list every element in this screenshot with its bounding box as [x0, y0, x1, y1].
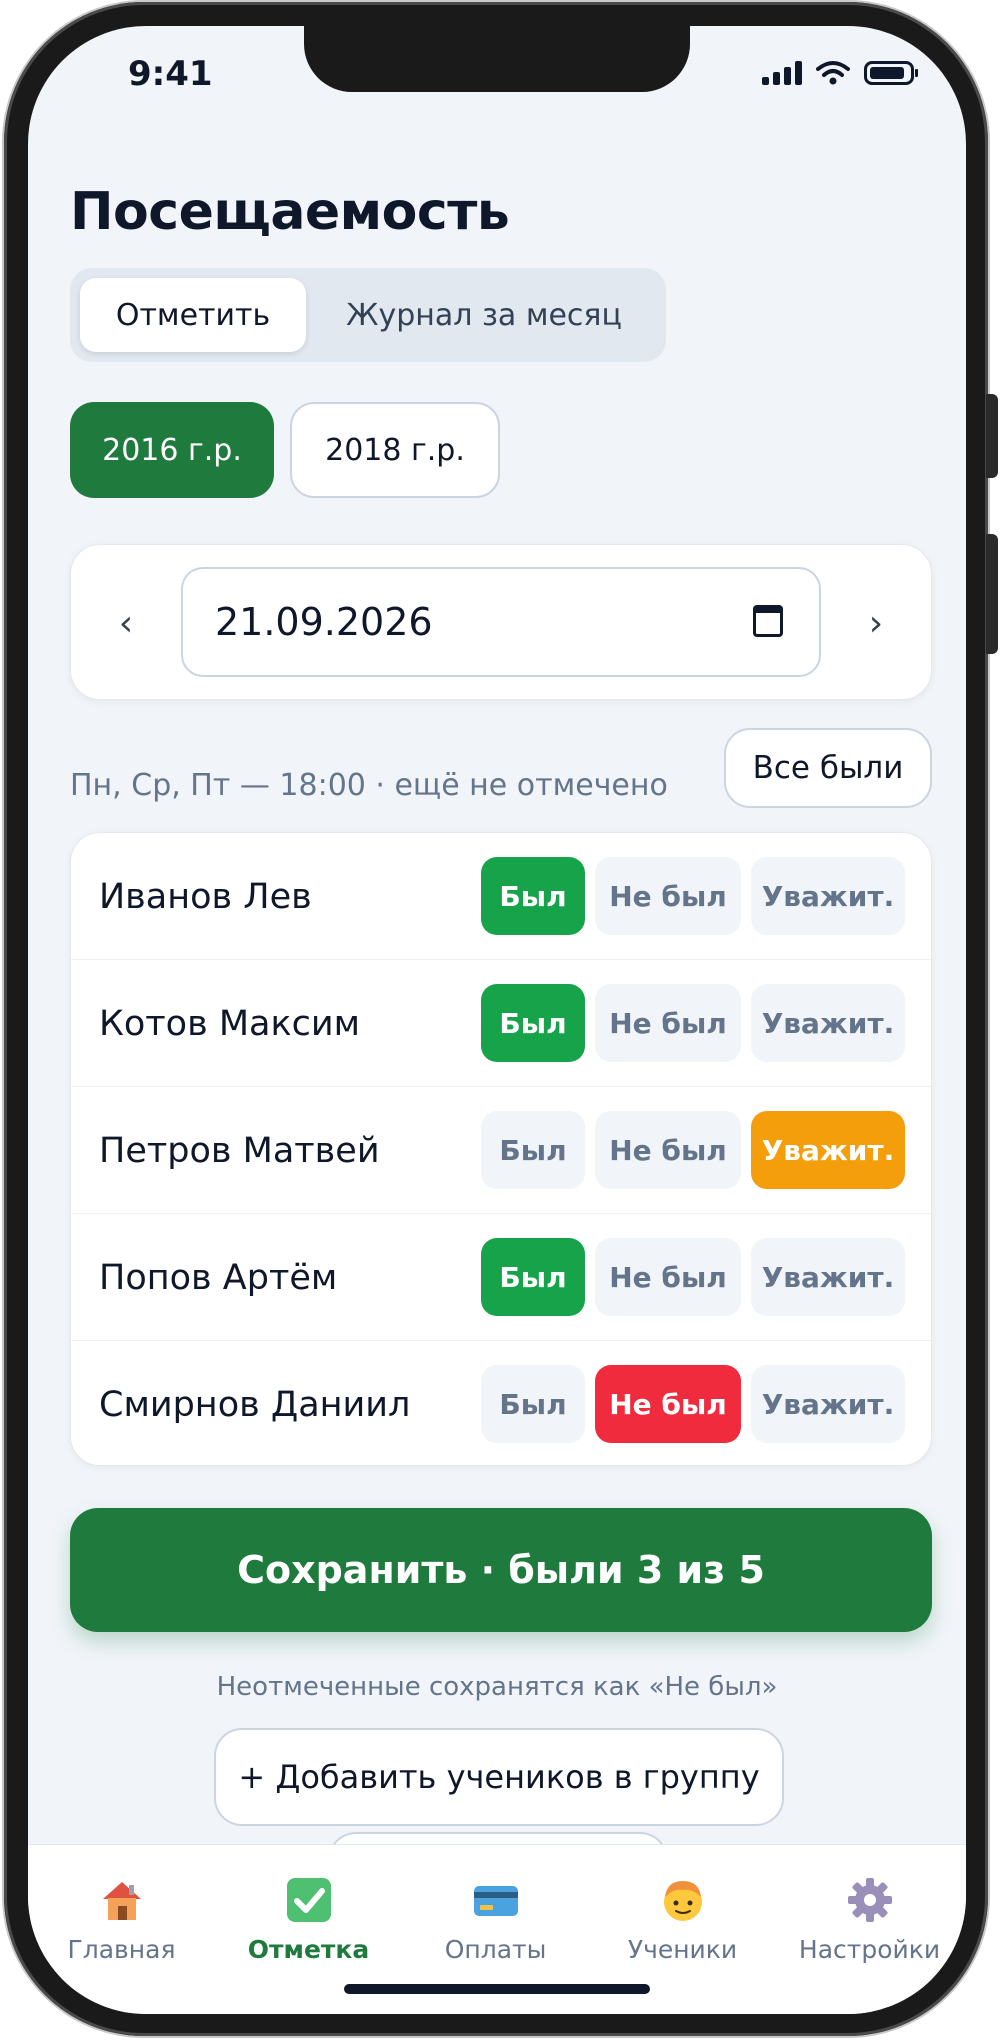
date-value: 21.09.2026 — [215, 600, 433, 644]
student-name: Иванов Лев — [99, 876, 312, 917]
absent-button[interactable]: Не был — [595, 857, 741, 935]
absent-button[interactable]: Не был — [595, 1238, 741, 1316]
student-row: Котов Максим Был Не был Уважит. — [71, 960, 931, 1087]
student-row: Попов Артём Был Не был Уважит. — [71, 1214, 931, 1341]
tab-attendance[interactable]: Отметка — [215, 1845, 402, 1985]
tab-label: Главная — [67, 1935, 176, 1964]
prev-date-button[interactable]: ‹ — [81, 545, 171, 701]
student-list: Иванов Лев Был Не был Уважит. Котов Макс… — [70, 832, 932, 1466]
student-row: Петров Матвей Был Не был Уважит. — [71, 1087, 931, 1214]
student-name: Котов Максим — [99, 1003, 360, 1044]
checkmark-icon — [286, 1878, 331, 1922]
date-input[interactable]: 21.09.2026 — [181, 567, 821, 677]
side-button — [986, 534, 998, 654]
present-button[interactable]: Был — [481, 1111, 585, 1189]
tab-label: Ученики — [627, 1935, 738, 1964]
next-date-button[interactable]: › — [831, 545, 921, 701]
credit-card-icon — [473, 1886, 518, 1916]
tab-students[interactable]: Ученики — [589, 1845, 776, 1985]
absent-button[interactable]: Не был — [595, 1365, 741, 1443]
save-hint: Неотмеченные сохранятся как «Не был» — [216, 1672, 778, 1702]
student-name: Смирнов Даниил — [99, 1384, 411, 1425]
present-button[interactable]: Был — [481, 984, 585, 1062]
signal-icon — [762, 61, 802, 85]
tab-label: Оплаты — [444, 1935, 547, 1964]
save-button[interactable]: Сохранить · были 3 из 5 — [70, 1508, 932, 1632]
status-icons — [762, 60, 918, 86]
view-switcher: Отметить Журнал за месяц — [70, 268, 666, 362]
absent-button[interactable]: Не был — [595, 984, 741, 1062]
student-name: Попов Артём — [99, 1257, 338, 1298]
present-button[interactable]: Был — [481, 1238, 585, 1316]
present-button[interactable]: Был — [481, 1365, 585, 1443]
battery-icon — [864, 61, 918, 85]
date-selector: ‹ 21.09.2026 › — [70, 544, 932, 700]
notch — [304, 26, 690, 92]
excused-button[interactable]: Уважит. — [751, 984, 905, 1062]
excused-button[interactable]: Уважит. — [751, 1365, 905, 1443]
tab-payments[interactable]: Оплаты — [402, 1845, 589, 1985]
student-row: Иванов Лев Был Не был Уважит. — [71, 833, 931, 960]
absent-button[interactable]: Не был — [595, 1111, 741, 1189]
student-name: Петров Матвей — [99, 1130, 380, 1171]
group-chip-2018[interactable]: 2018 г.р. — [290, 402, 500, 498]
tab-mark[interactable]: Отметить — [80, 278, 306, 352]
wifi-icon — [816, 61, 850, 85]
tab-label: Настройки — [798, 1935, 941, 1964]
phone-frame: 9:41 Посещаемость Отметить Журнал за мес… — [4, 2, 998, 2036]
group-chip-2016[interactable]: 2016 г.р. — [70, 402, 274, 498]
present-button[interactable]: Был — [481, 857, 585, 935]
excused-button[interactable]: Уважит. — [751, 857, 905, 935]
home-indicator — [344, 1984, 650, 1994]
add-students-button[interactable]: + Добавить учеников в группу — [214, 1728, 784, 1826]
all-present-button[interactable]: Все были — [724, 728, 932, 808]
gear-icon — [847, 1878, 892, 1922]
house-icon — [102, 1882, 141, 1920]
tab-settings[interactable]: Настройки — [776, 1845, 963, 1985]
excused-button[interactable]: Уважит. — [751, 1111, 905, 1189]
screen: 9:41 Посещаемость Отметить Журнал за мес… — [28, 26, 966, 2014]
calendar-icon[interactable] — [753, 605, 783, 637]
tab-label: Отметка — [247, 1935, 370, 1964]
student-face-icon — [663, 1881, 702, 1921]
status-time: 9:41 — [128, 54, 213, 94]
page-title: Посещаемость — [70, 182, 510, 242]
tab-monthly-journal[interactable]: Журнал за месяц — [312, 278, 656, 352]
excused-button[interactable]: Уважит. — [751, 1238, 905, 1316]
schedule-info: Пн, Ср, Пт — 18:00 · ещё не отмечено — [70, 768, 668, 803]
side-button — [986, 394, 998, 478]
student-row: Смирнов Даниил Был Не был Уважит. — [71, 1341, 931, 1465]
tab-home[interactable]: Главная — [28, 1845, 215, 1985]
